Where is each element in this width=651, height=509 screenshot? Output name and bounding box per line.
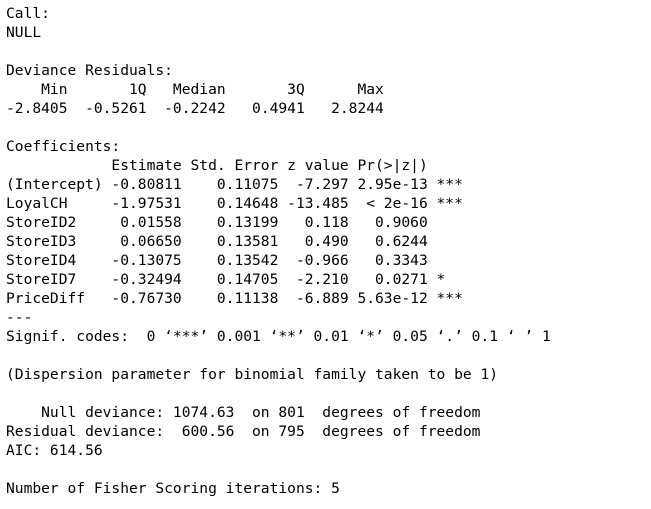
call-value: NULL bbox=[6, 24, 42, 41]
fisher-scoring-iterations: Number of Fisher Scoring iterations: 5 bbox=[6, 480, 340, 497]
null-deviance: Null deviance: 1074.63 on 801 degrees of… bbox=[6, 404, 481, 421]
coefficient-row-storeid4: StoreID4 -0.13075 0.13542 -0.966 0.3343 bbox=[6, 252, 463, 269]
coefficients-header: Estimate Std. Error z value Pr(>|z|) bbox=[6, 157, 463, 174]
deviance-residuals-values: -2.8405 -0.5261 -0.2242 0.4941 2.8244 bbox=[6, 100, 402, 117]
aic-value: AIC: 614.56 bbox=[6, 442, 103, 459]
coefficient-row-loyalch: LoyalCH -1.97531 0.14648 -13.485 < 2e-16… bbox=[6, 195, 463, 212]
coefficient-row-storeid2: StoreID2 0.01558 0.13199 0.118 0.9060 bbox=[6, 214, 463, 231]
r-console-output: Call: NULL Deviance Residuals: Min 1Q Me… bbox=[6, 4, 646, 498]
signif-codes-legend: Signif. codes: 0 ‘***’ 0.001 ‘**’ 0.01 ‘… bbox=[6, 328, 551, 345]
deviance-residuals-header: Min 1Q Median 3Q Max bbox=[6, 81, 402, 98]
residual-deviance: Residual deviance: 600.56 on 795 degrees… bbox=[6, 423, 481, 440]
coefficients-separator: --- bbox=[6, 309, 33, 326]
coefficient-row-storeid3: StoreID3 0.06650 0.13581 0.490 0.6244 bbox=[6, 233, 463, 250]
deviance-residuals-title: Deviance Residuals: bbox=[6, 62, 173, 79]
coefficient-row-intercept: (Intercept) -0.80811 0.11075 -7.297 2.95… bbox=[6, 176, 463, 193]
coefficient-row-storeid7: StoreID7 -0.32494 0.14705 -2.210 0.0271 … bbox=[6, 271, 463, 288]
coefficient-row-pricediff: PriceDiff -0.76730 0.11138 -6.889 5.63e-… bbox=[6, 290, 463, 307]
call-header: Call: bbox=[6, 5, 50, 22]
dispersion-note: (Dispersion parameter for binomial famil… bbox=[6, 366, 499, 383]
coefficients-title: Coefficients: bbox=[6, 138, 121, 155]
